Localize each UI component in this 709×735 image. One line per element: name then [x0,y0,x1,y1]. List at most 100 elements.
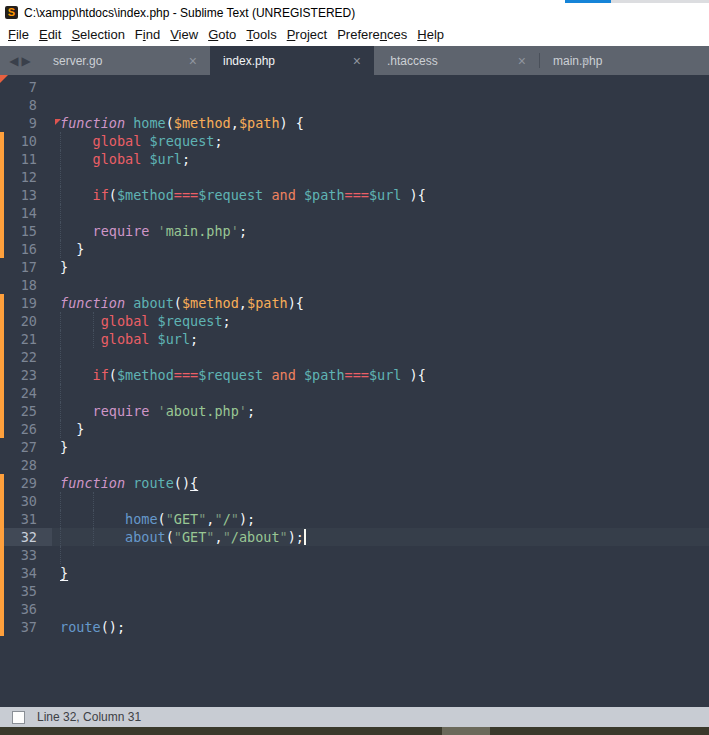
indent-guide [93,510,94,528]
code-line-28: 28 [0,456,709,474]
modified-lines-bar [0,294,4,438]
code-line-15: 15 require 'main.php'; [0,222,709,240]
line-number: 22 [0,348,52,366]
line-number: 13 [0,186,52,204]
menu-selection[interactable]: Selection [71,25,124,44]
line-number: 27 [0,438,52,456]
indent-guide [60,384,61,402]
line-number: 32 [0,528,52,546]
line-code [52,276,709,294]
title-bar: S C:\xampp\htdocs\index.php - Sublime Te… [0,3,709,22]
tab-htaccess[interactable]: .htaccess × [374,46,539,75]
tab-main.php[interactable]: main.php× [540,46,602,75]
code-line-25: 25 require 'about.php'; [0,402,709,420]
menu-edit[interactable]: Edit [39,25,61,44]
line-code: global $request; [52,132,709,150]
menu-tools[interactable]: Tools [246,25,276,44]
indent-guide [60,348,61,366]
indent-guide [60,420,61,438]
menu-goto[interactable]: Goto [208,25,236,44]
line-number: 16 [0,240,52,258]
code-line-9: 9function home($method,$path) { [0,114,709,132]
line-code: if($method===$request and $path===$url )… [52,366,709,384]
code-line-27: 27} [0,438,709,456]
indent-guide [60,546,61,564]
status-bar: Line 32, Column 31 [0,707,709,727]
menu-find[interactable]: Find [135,25,160,44]
tab-next-icon[interactable]: ▶ [22,54,31,68]
indent-guide [60,168,61,186]
line-code: global $request; [52,312,709,330]
indent-guide [60,528,61,546]
indent-guide [60,132,61,150]
text-cursor [304,529,306,545]
menu-preferences[interactable]: Preferences [337,25,407,44]
line-code [52,492,709,510]
line-code: global $url; [52,330,709,348]
menu-view[interactable]: View [170,25,198,44]
indent-guide [93,330,94,348]
desktop-strip [0,727,709,735]
code-line-29: 29function route(){ [0,474,709,492]
line-number: 20 [0,312,52,330]
tab-close-icon[interactable]: × [189,53,197,69]
tab-close-icon[interactable]: × [353,53,361,69]
editor-area[interactable]: 789function home($method,$path) {10 glob… [0,75,709,707]
line-number: 26 [0,420,52,438]
indent-guide [60,312,61,330]
line-code [52,600,709,618]
indent-guide [93,528,94,546]
tab-server.go[interactable]: server.go × [40,46,210,75]
line-number: 15 [0,222,52,240]
line-code: about("GET","/about"); [52,528,709,546]
line-code: route(); [52,618,709,636]
line-number: 37 [0,618,52,636]
tab-label: .htaccess [387,54,438,68]
line-code: } [52,438,709,456]
tab-close-icon[interactable]: × [518,53,526,69]
tab-close-icon[interactable]: × [581,53,589,69]
line-code: } [52,240,709,258]
code-line-26: 26 } [0,420,709,438]
line-number: 10 [0,132,52,150]
line-number: 9 [0,114,52,132]
line-code: require 'main.php'; [52,222,709,240]
status-panel-icon[interactable] [12,711,25,724]
line-code [52,384,709,402]
indent-guide [60,510,61,528]
code-line-13: 13 if($method===$request and $path===$ur… [0,186,709,204]
line-code [52,546,709,564]
line-code: function route(){ [52,474,709,492]
desktop-strip-segment [442,727,490,735]
tab-label: server.go [53,54,102,68]
line-code [52,582,709,600]
line-number: 31 [0,510,52,528]
menu-project[interactable]: Project [287,25,327,44]
line-code [52,78,709,96]
line-code [52,204,709,222]
indent-guide [60,330,61,348]
tab-prev-icon[interactable]: ◀ [9,54,18,68]
menu-help[interactable]: Help [417,25,444,44]
code-line-17: 17} [0,258,709,276]
code-line-12: 12 [0,168,709,186]
menu-file[interactable]: File [8,25,29,44]
tab-index.php[interactable]: index.php× [210,46,374,75]
tab-label: main.php [553,54,602,68]
indent-guide [60,150,61,168]
line-code: function about($method,$path){ [52,294,709,312]
line-code: } [52,420,709,438]
indent-guide [60,402,61,420]
code-line-11: 11 global $url; [0,150,709,168]
code-line-23: 23 if($method===$request and $path===$ur… [0,366,709,384]
line-number: 17 [0,258,52,276]
line-number: 34 [0,564,52,582]
line-code: } [52,564,709,582]
line-number: 21 [0,330,52,348]
code-line-14: 14 [0,204,709,222]
line-number: 18 [0,276,52,294]
tab-bar: ◀ ▶ server.go×index.php×.htaccess×main.p… [0,46,709,75]
line-number: 11 [0,150,52,168]
line-number: 24 [0,384,52,402]
code-line-19: 19function about($method,$path){ [0,294,709,312]
